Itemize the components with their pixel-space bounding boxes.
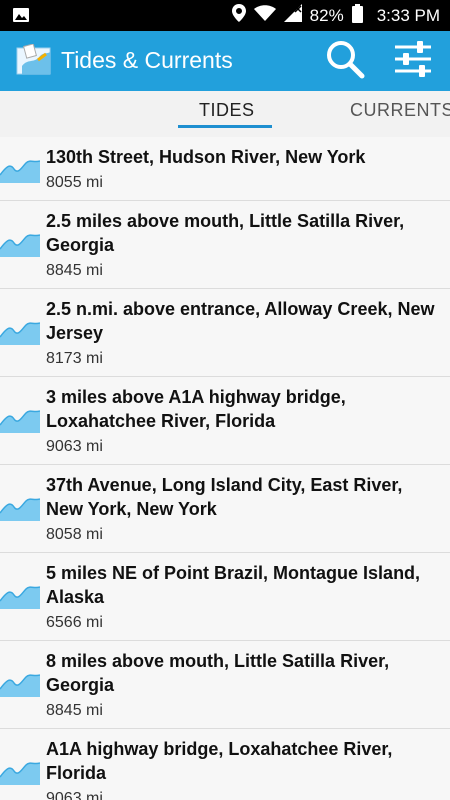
station-name: 3 miles above A1A highway bridge, Loxaha… [46,387,346,431]
list-item[interactable]: 8 miles above mouth, Little Satilla Rive… [0,641,450,729]
station-distance: 8845 mi [46,262,103,279]
battery-percent: 82% [309,5,344,25]
station-name: A1A highway bridge, Loxahatchee River, F… [46,739,393,783]
station-name: 5 miles NE of Point Brazil, Montague Isl… [46,563,421,607]
station-distance: 8845 mi [46,702,103,719]
station-distance: 8055 mi [46,174,103,191]
filter-icon [393,39,433,84]
tab-bar: TIDES CURRENTS [0,91,450,138]
search-button[interactable] [324,40,366,82]
station-distance: 9063 mi [46,790,103,800]
wave-icon [0,319,41,345]
list-item[interactable]: 37th Avenue, Long Island City, East Rive… [0,465,450,553]
station-distance: 6566 mi [46,614,103,631]
station-distance: 8058 mi [46,526,103,543]
wave-icon [0,231,41,257]
wave-icon [0,759,41,785]
wave-icon [0,407,41,433]
station-name: 2.5 n.mi. above entrance, Alloway Creek,… [46,299,435,343]
wifi-icon [253,5,276,26]
wave-icon [0,495,41,521]
wave-icon [0,157,41,183]
station-list: 130th Street, Hudson River, New York 805… [0,137,450,800]
image-icon [12,6,30,29]
station-distance: 9063 mi [46,438,103,455]
list-item[interactable]: 5 miles NE of Point Brazil, Montague Isl… [0,553,450,641]
tab-tides[interactable]: TIDES [199,100,255,121]
battery-icon [351,3,363,28]
station-name: 2.5 miles above mouth, Little Satilla Ri… [46,211,405,255]
list-item[interactable]: A1A highway bridge, Loxahatchee River, F… [0,729,450,800]
location-icon [231,4,246,27]
list-item[interactable]: 2.5 miles above mouth, Little Satilla Ri… [0,201,450,289]
station-name: 130th Street, Hudson River, New York [46,147,366,167]
list-item[interactable]: 130th Street, Hudson River, New York 805… [0,137,450,201]
wave-icon [0,583,41,609]
wave-icon [0,671,41,697]
filter-button[interactable] [392,40,434,82]
station-name: 8 miles above mouth, Little Satilla Rive… [46,651,390,695]
app-logo-icon [16,43,54,78]
app-bar: Tides & Currents [0,31,450,91]
station-name: 37th Avenue, Long Island City, East Rive… [46,475,403,519]
app-title: Tides & Currents [61,47,233,73]
clock: 3:33 PM [376,5,440,25]
tab-currents[interactable]: CURRENTS [350,100,450,121]
station-distance: 8173 mi [46,350,103,367]
list-item[interactable]: 3 miles above A1A highway bridge, Loxaha… [0,377,450,465]
search-icon [325,39,365,84]
tab-indicator [178,125,272,128]
list-item[interactable]: 2.5 n.mi. above entrance, Alloway Creek,… [0,289,450,377]
signal-icon [283,4,302,27]
status-bar: 82% 3:33 PM [0,0,450,31]
